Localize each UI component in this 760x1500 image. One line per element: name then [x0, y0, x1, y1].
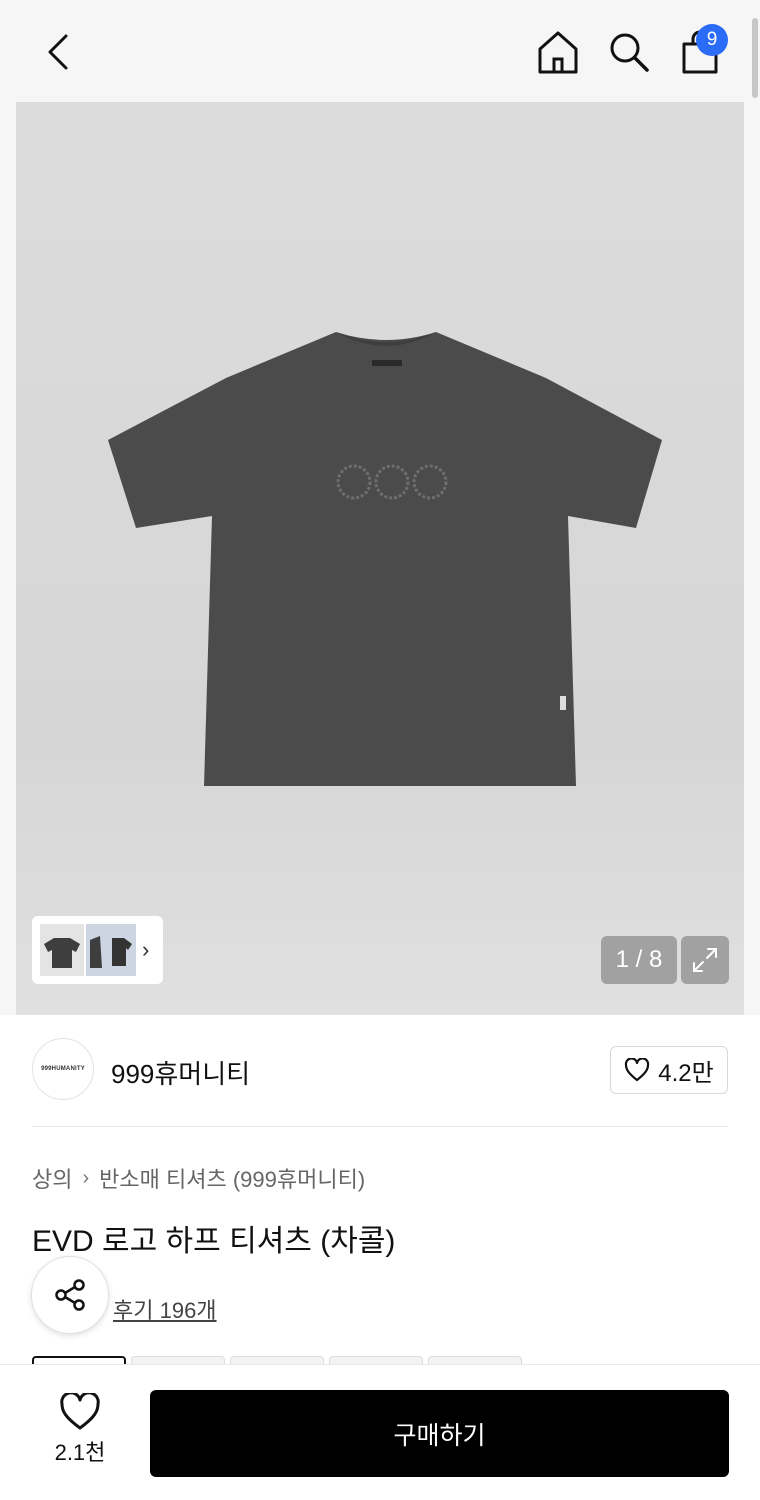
tshirt-product-image	[108, 332, 662, 786]
brand-logo[interactable]: 999HUMANITY	[32, 1038, 94, 1100]
bottom-action-bar: 2.1천 구매하기	[0, 1364, 760, 1500]
product-image-gallery[interactable]	[0, 102, 760, 1015]
brand-like-count: 4.2만	[658, 1059, 714, 1087]
heart-icon	[625, 1058, 650, 1082]
search-button[interactable]	[605, 26, 653, 78]
tshirt-thumbnail	[90, 936, 132, 968]
search-icon	[610, 33, 649, 72]
back-button[interactable]	[36, 28, 80, 76]
brand-row: 999HUMANITY 999휴머니티 4.2만	[32, 1038, 728, 1102]
breadcrumb: 상의 › 반소매 티셔츠 (999휴머니티)	[32, 1162, 365, 1194]
tshirt-thumbnail	[44, 938, 80, 968]
divider	[32, 1126, 728, 1127]
chevron-left-icon	[48, 34, 68, 70]
heart-icon	[60, 1393, 100, 1430]
wishlist-button[interactable]: 2.1천	[40, 1393, 120, 1475]
scrollbar[interactable]	[752, 18, 758, 98]
breadcrumb-item[interactable]: 상의	[32, 1162, 72, 1194]
brand-like-button[interactable]: 4.2만	[610, 1046, 728, 1094]
thumbnail-2[interactable]	[86, 924, 136, 976]
thumbnail-1[interactable]	[40, 924, 84, 976]
buy-button[interactable]: 구매하기	[150, 1390, 729, 1477]
thumbnail-strip[interactable]: ›	[32, 916, 163, 984]
wishlist-count: 2.1천	[54, 1440, 106, 1465]
thumbnail-next-chevron[interactable]: ›	[142, 937, 149, 963]
share-icon	[55, 1279, 85, 1311]
expand-button[interactable]	[681, 936, 729, 984]
home-icon	[538, 31, 578, 74]
share-button[interactable]	[31, 1256, 109, 1334]
product-main-image[interactable]	[16, 102, 744, 1015]
brand-logo-text: 999HUMANITY	[41, 1066, 85, 1072]
home-button[interactable]	[534, 26, 582, 78]
review-count-link[interactable]: 후기 196개	[113, 1293, 217, 1325]
image-counter: 1 / 8	[601, 936, 677, 984]
expand-icon	[693, 948, 717, 972]
breadcrumb-item[interactable]: 반소매 티셔츠 (999휴머니티)	[99, 1162, 365, 1194]
product-title: EVD 로고 하프 티셔츠 (차콜)	[32, 1225, 396, 1258]
cart-count-badge: 9	[696, 24, 728, 56]
breadcrumb-separator: ›	[82, 1166, 90, 1189]
cart-button[interactable]: 9	[676, 24, 728, 78]
top-navigation-bar: 9	[0, 0, 760, 102]
brand-name[interactable]: 999휴머니티	[111, 1054, 250, 1091]
